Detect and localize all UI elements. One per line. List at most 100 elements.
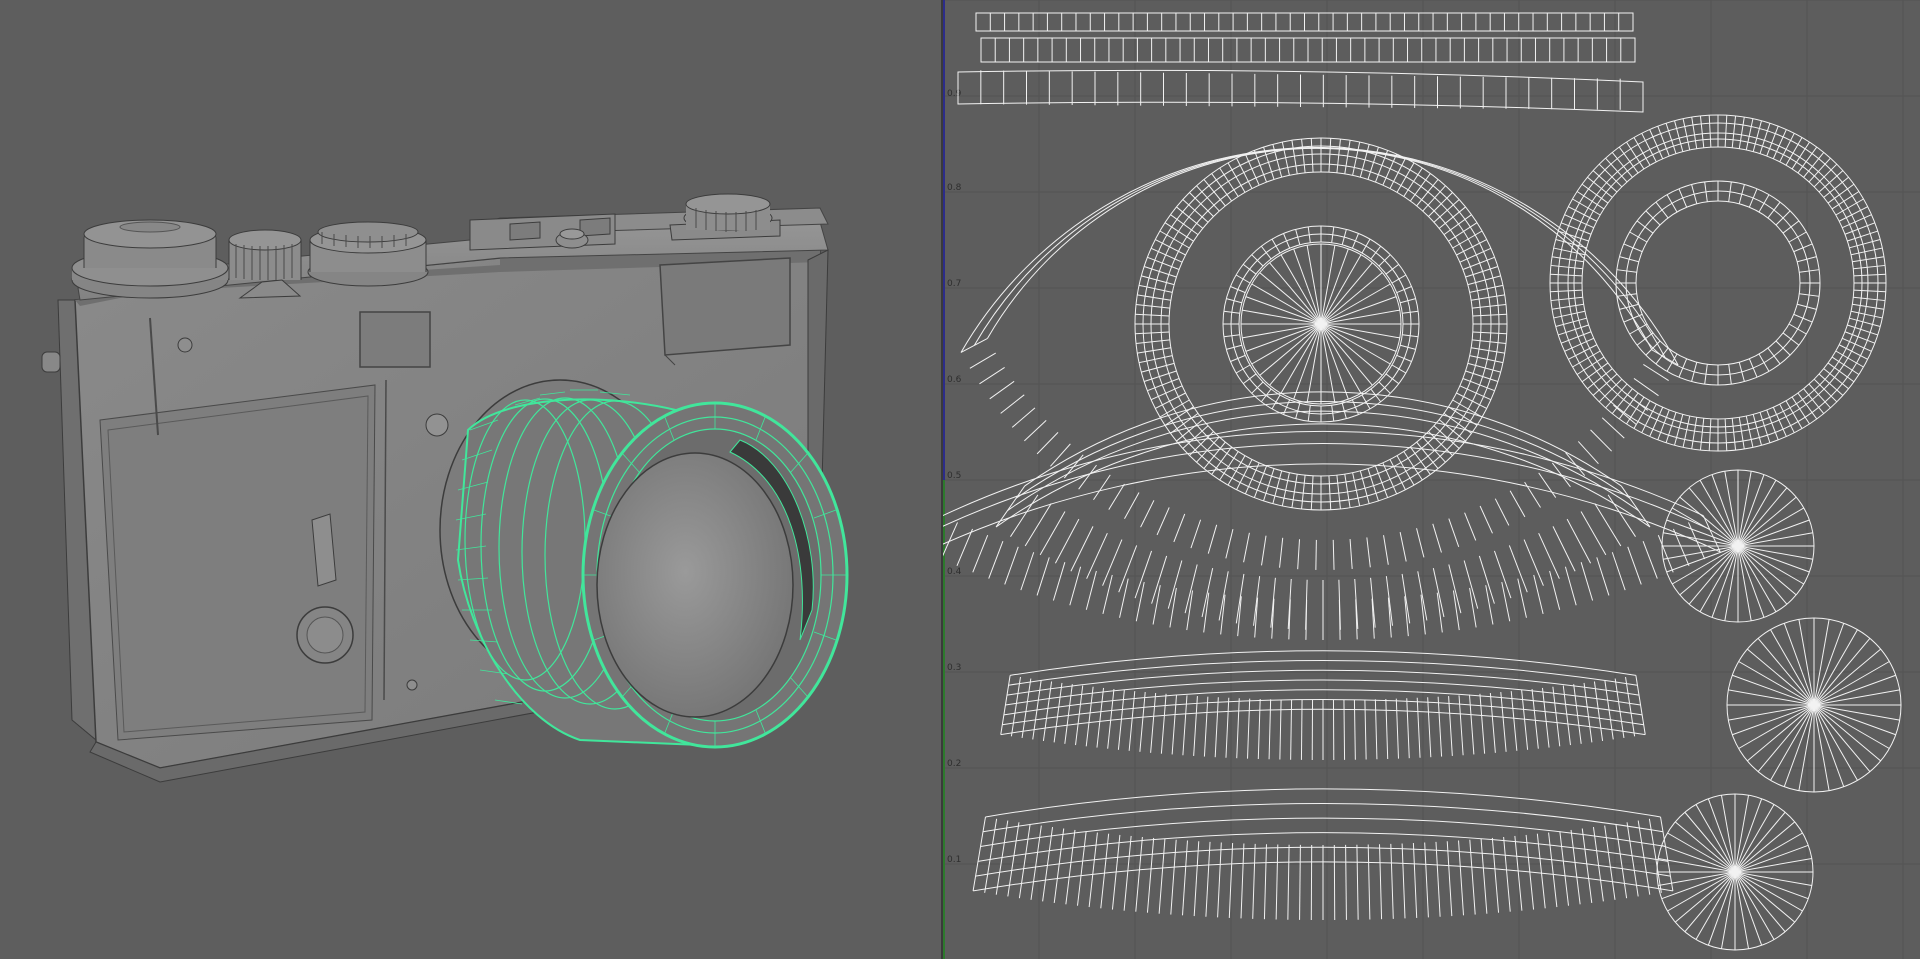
uv-ring-inner-left-spoke [1230,354,1246,362]
uv-arc-band-1-seg [1349,538,1353,569]
uv-ring-large-left-spoke [1310,475,1314,510]
uv-arc-band-3-seg [1469,587,1477,628]
uv-arc-band-5-seg [1205,841,1211,917]
perspective-viewport[interactable] [0,0,943,959]
uv-arc-band-5-seg [1053,828,1065,903]
uv-arc-band-1-seg [969,352,996,369]
uv-arc-band-5-seg [1604,825,1616,900]
uv-arc-band-1-seg [1156,507,1170,536]
uv-ring-large-left-spoke [1422,185,1446,212]
uv-ring-large-left-spoke [1164,222,1194,242]
uv-arc-band-2-seg [1218,571,1229,621]
uv-arc-band-4-seg [1139,692,1146,752]
uv-arc-band-4-seg [1117,690,1125,750]
uv-arc-band-4-seg [1257,698,1261,759]
uv-ring-large-left-spoke [1328,138,1332,173]
uv-arc-band-1-seg [1464,512,1477,541]
uv-arc-band-5-seg [1581,828,1593,903]
shutter-speed-dial[interactable] [228,229,302,280]
uv-arc-band-2-seg [1167,560,1183,609]
uv-ring-large-left-spoke [1137,347,1171,354]
uv-ring-inner-right-spoke [1748,358,1758,378]
uv-ring-large-left-spoke [1211,173,1233,202]
uv-arc-band-1-seg [1432,523,1442,553]
uv-ring-large-left-spoke [1416,441,1439,469]
uv-tick-label: 0.4 [947,567,962,577]
uv-arc-band-4-seg [1107,688,1115,749]
uv-ring-inner-left-spoke [1361,394,1371,410]
uv-arc-band-2-seg [1118,545,1138,593]
uv-arc-band-1-seg [1173,513,1186,543]
uv-strip-2 [980,37,1636,63]
uv-arc-band-4-seg [1448,696,1453,756]
uv-arc-band-1-seg [1538,472,1557,498]
uv-ring-large-left-spoke [1182,199,1209,223]
uv-arc-band-4-seg [1593,681,1604,742]
uv-ring-large-left-spoke [1448,222,1478,242]
uv-arc-band-5-seg [1345,844,1347,920]
uv-arc-band-5-seg [1559,831,1570,906]
uv-ring-large-right-spoke [1558,230,1589,242]
uv-arc-band-3-seg [1020,552,1035,591]
uv-ring-large-right-spoke [1850,247,1883,256]
uv-arc-band-1-seg [1124,492,1140,519]
uv-strip-1 [975,12,1634,32]
uv-arc-band-2-seg [1493,550,1512,599]
uv-arc-band-3-seg [1580,562,1594,601]
uv-ring-large-right-spoke [1551,303,1584,310]
uv-arc-band-1-seg [1000,394,1025,414]
uv-arc-band-4-seg [1053,682,1063,743]
uv-arc-band-4-seg [1531,688,1539,749]
uv-arc-band-4-seg [1468,694,1475,755]
uv-arc-band-4-seg [1064,684,1073,744]
uv-ring-large-right-spoke [1550,264,1583,270]
uv-arc-band-1-seg [1509,490,1526,518]
uv-ring-large-right-spoke [1853,296,1886,302]
uv-arc-band-5-seg [1367,844,1371,920]
uv-ring-inner-left-spoke [1391,274,1407,284]
uv-arc-band-5-seg [1503,836,1511,912]
uv-arc-band-2-seg [1401,573,1411,624]
uv-tick-label: 0.1 [947,855,961,865]
uv-arc-band-5-seg [984,818,998,893]
uv-ring-large-right [1549,114,1887,452]
uv-arc-band-4-seg [1416,697,1421,758]
uv-arc-band-3-arc [943,463,1721,553]
uv-ring-large-right-spoke [1852,303,1885,310]
uv-ring-large-right-spoke [1849,317,1881,327]
uv-arc-band-2-seg [1102,539,1123,586]
uv-ring-inner-left-spoke [1370,245,1382,260]
uv-arc-band-5-seg [1626,822,1639,897]
uv-arc-band-1-seg [1093,474,1111,501]
uv-ring-large-left-spoke [1189,192,1214,217]
uv-arc-band-4-seg [1489,692,1496,753]
uv-arc-band-5-seg [1570,829,1581,905]
uv-ring-inner-left-spoke [1396,286,1412,294]
uv-arc-band-1-seg [1383,535,1389,565]
uv-arc-band-5-seg [1536,833,1546,909]
uv-ring-large-right-spoke [1691,417,1698,450]
uv-ring-large-left-spoke [1135,339,1170,344]
uv-ring-large-right-spoke [1759,123,1771,154]
uv-ring-inner-left-spoke [1271,394,1281,410]
uv-editor-viewport[interactable]: 0.9 0.8 0.7 0.6 0.5 0.4 0.3 0.2 0.1 [943,0,1920,959]
uv-ring-inner-left-spoke [1385,373,1400,385]
uv-arc-band-4-seg [1541,687,1550,748]
uv-arc-band-5-seg [1065,829,1076,905]
uv-ring-large-right-spoke [1699,115,1705,148]
uv-arc-band-2-seg [1184,564,1198,614]
uv-arc-band-2-seg [1134,550,1153,599]
uv-ring-large-left-spoke [1135,313,1170,317]
rangefinder-wheel[interactable] [669,193,781,241]
uv-arc-band-4-seg [1385,698,1389,759]
uv-arc-band-3-seg [972,535,989,573]
uv-arc-band-2-seg [1538,532,1560,579]
uv-arc-band-2-seg [1201,568,1214,618]
rewind-knob[interactable] [71,219,229,299]
uv-arc-band-5-seg [1446,841,1453,917]
uv-ring-large-left-spoke [1291,474,1298,508]
uv-arc-band-3-seg [1657,535,1674,573]
uv-ring-large-right-spoke [1827,183,1855,204]
uv-ring-large-left-spoke [1203,441,1226,469]
uv-arc-band-1-seg [1140,500,1155,528]
